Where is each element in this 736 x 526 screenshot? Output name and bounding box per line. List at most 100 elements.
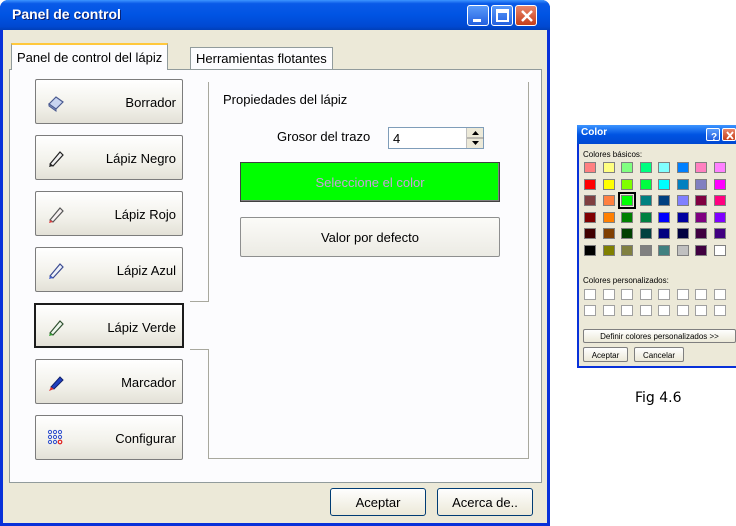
color-swatch[interactable] [713, 244, 726, 256]
custom-color-swatch[interactable] [713, 289, 726, 300]
color-swatch[interactable] [658, 178, 670, 190]
color-swatch[interactable] [602, 195, 615, 206]
color-swatch[interactable] [618, 192, 636, 209]
close-button[interactable] [515, 5, 537, 26]
about-button[interactable]: Acerca de.. [437, 488, 533, 516]
custom-color-swatch[interactable] [584, 305, 596, 316]
color-swatch[interactable] [695, 244, 707, 256]
color-swatch[interactable] [658, 244, 670, 256]
color-swatch[interactable] [602, 211, 615, 223]
color-swatch[interactable] [695, 228, 707, 239]
stroke-width-stepper[interactable]: 4 [388, 127, 484, 149]
color-swatch[interactable] [639, 178, 652, 190]
red-pencil-button[interactable]: Lápiz Rojo [35, 191, 183, 236]
color-swatch[interactable] [676, 211, 689, 223]
separator [208, 458, 528, 459]
color-swatch[interactable] [584, 178, 596, 190]
configure-button[interactable]: Configurar [35, 415, 183, 460]
color-swatch[interactable] [639, 211, 652, 223]
svg-text:?: ? [711, 132, 717, 142]
color-swatch[interactable] [713, 228, 726, 239]
custom-color-swatch[interactable] [676, 305, 689, 316]
custom-color-swatch[interactable] [713, 305, 726, 316]
color-swatch[interactable] [584, 228, 596, 239]
stroke-width-value[interactable]: 4 [393, 131, 400, 146]
color-swatch[interactable] [639, 244, 652, 256]
blue-pencil-button[interactable]: Lápiz Azul [35, 247, 183, 292]
custom-color-swatch[interactable] [621, 305, 633, 316]
color-ok-button[interactable]: Aceptar [583, 347, 628, 362]
color-cancel-button[interactable]: Cancelar [634, 347, 684, 362]
color-swatch[interactable] [602, 228, 615, 239]
define-custom-colors-button[interactable]: Definir colores personalizados >> [583, 329, 736, 343]
green-pencil-button[interactable]: Lápiz Verde [34, 303, 184, 348]
default-value-button[interactable]: Valor por defecto [240, 217, 500, 257]
color-swatch[interactable] [584, 244, 596, 256]
help-button[interactable]: ? [706, 128, 720, 143]
color-swatch[interactable] [658, 162, 670, 173]
eraser-icon [48, 96, 64, 112]
marker-button[interactable]: Marcador [35, 359, 183, 404]
color-swatch[interactable] [584, 162, 596, 173]
color-swatch[interactable] [658, 195, 670, 206]
pencil-icon [49, 263, 64, 279]
color-swatch[interactable] [602, 244, 615, 256]
color-swatch[interactable] [621, 178, 633, 190]
color-swatch[interactable] [676, 162, 689, 173]
select-color-button[interactable]: Seleccione el color [240, 162, 500, 202]
custom-color-swatch[interactable] [602, 289, 615, 300]
custom-color-swatch[interactable] [602, 305, 615, 316]
pencil-icon [49, 320, 64, 336]
color-swatch[interactable] [621, 162, 633, 173]
minimize-button[interactable] [467, 5, 489, 26]
title-bar[interactable]: Panel de control [0, 0, 550, 30]
color-swatch[interactable] [695, 162, 707, 173]
color-swatch[interactable] [639, 162, 652, 173]
color-swatch[interactable] [713, 211, 726, 223]
color-swatch[interactable] [713, 162, 726, 173]
color-swatch[interactable] [676, 244, 689, 256]
color-swatch[interactable] [695, 195, 707, 206]
custom-color-swatch[interactable] [621, 289, 633, 300]
separator [208, 82, 209, 302]
spin-buttons[interactable] [466, 128, 484, 148]
color-swatch[interactable] [658, 228, 670, 239]
maximize-button[interactable] [491, 5, 513, 26]
eraser-button[interactable]: Borrador [35, 79, 183, 124]
minimize-icon [473, 19, 481, 22]
color-swatch[interactable] [639, 228, 652, 239]
color-swatch[interactable] [639, 195, 652, 206]
custom-color-swatch[interactable] [676, 289, 689, 300]
tab-pen-control[interactable]: Panel de control del lápiz [11, 43, 169, 70]
color-swatch[interactable] [584, 195, 596, 206]
color-swatch[interactable] [695, 178, 707, 190]
color-swatch[interactable] [602, 178, 615, 190]
color-swatch[interactable] [676, 195, 689, 206]
custom-color-swatch[interactable] [658, 305, 670, 316]
color-swatch[interactable] [713, 195, 726, 206]
custom-color-swatch[interactable] [695, 289, 707, 300]
black-pencil-button[interactable]: Lápiz Negro [35, 135, 183, 180]
color-dialog-close-button[interactable] [722, 128, 736, 141]
color-swatch[interactable] [602, 162, 615, 173]
custom-color-swatch[interactable] [584, 289, 596, 300]
custom-color-swatch[interactable] [639, 305, 652, 316]
color-swatch[interactable] [621, 244, 633, 256]
color-swatch[interactable] [584, 211, 596, 223]
color-swatch[interactable] [621, 228, 633, 239]
custom-color-swatch[interactable] [658, 289, 670, 300]
color-swatch[interactable] [658, 211, 670, 223]
close-icon [521, 10, 533, 22]
dots-grid-icon [47, 429, 63, 445]
eraser-label: Borrador [125, 95, 176, 110]
custom-color-swatch[interactable] [639, 289, 652, 300]
tab-floating-tools[interactable]: Herramientas flotantes [190, 47, 333, 69]
color-swatch[interactable] [676, 178, 689, 190]
custom-color-swatch[interactable] [695, 305, 707, 316]
color-swatch[interactable] [621, 211, 633, 223]
color-swatch[interactable] [676, 228, 689, 239]
ok-button[interactable]: Aceptar [330, 488, 426, 516]
color-swatch[interactable] [713, 178, 726, 190]
color-swatch[interactable] [695, 211, 707, 223]
custom-colors-label: Colores personalizados: [583, 276, 669, 285]
